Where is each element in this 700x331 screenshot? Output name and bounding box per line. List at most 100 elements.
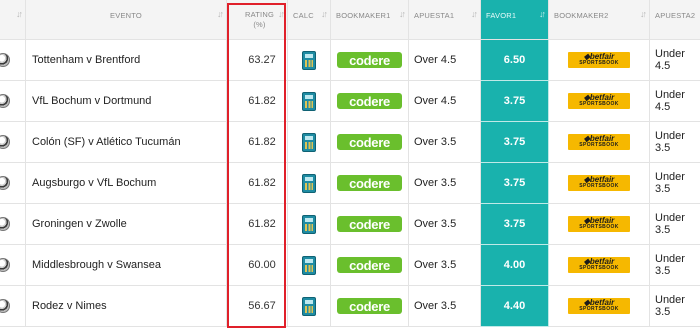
event-name[interactable]: Colón (SF) v Atlético Tucumán [26,122,227,163]
betfair-logo-line1: ◆betfair [583,175,615,184]
sort-icon[interactable]: ↓↑ [278,9,285,19]
calc-cell [288,245,331,286]
event-name[interactable]: Rodez v Nimes [26,286,227,327]
betfair-logo-line2: SPORTSBOOK [579,183,619,189]
sort-icon[interactable]: ↓↑ [321,9,328,19]
bookmaker1-cell: codere [331,81,409,122]
codere-logo[interactable]: codere [337,175,402,191]
header-apuesta1[interactable]: APUESTA1 ↓↑ [409,0,481,40]
calculator-icon[interactable] [302,132,316,152]
sort-icon[interactable]: ↓↑ [471,9,478,19]
betfair-sportsbook-logo[interactable]: ◆betfair SPORTSBOOK [568,216,630,232]
event-name[interactable]: Groningen v Zwolle [26,204,227,245]
rating-value: 61.82 [227,81,288,122]
codere-logo[interactable]: codere [337,93,402,109]
betfair-logo-line2: SPORTSBOOK [579,60,619,66]
betfair-logo-line2: SPORTSBOOK [579,224,619,230]
apuesta2-value: Under 3.5 [650,286,700,327]
betfair-logo-line2: SPORTSBOOK [579,306,619,312]
header-apuesta2[interactable]: APUESTA2 [650,0,700,40]
betfair-sportsbook-logo[interactable]: ◆betfair SPORTSBOOK [568,175,630,191]
betfair-logo-line1: ◆betfair [583,216,615,225]
apuesta1-value: Over 3.5 [409,245,481,286]
bookmaker2-cell: ◆betfair SPORTSBOOK [549,204,650,245]
soccer-ball-icon [0,135,10,149]
header-bookmaker1[interactable]: BOOKMAKER1 ↓↑ [331,0,409,40]
betfair-sportsbook-logo[interactable]: ◆betfair SPORTSBOOK [568,93,630,109]
favor1-value: 3.75 [481,204,549,245]
ball-cell [0,81,26,122]
apuesta1-value: Over 3.5 [409,286,481,327]
betfair-logo-line1: ◆betfair [583,257,615,266]
header-bookmaker2-label: BOOKMAKER2 [554,11,609,20]
sort-icon[interactable]: ↓↑ [16,9,23,19]
codere-logo[interactable]: codere [337,134,402,150]
favor1-value: 3.75 [481,81,549,122]
header-rating-label: RATING [245,10,274,19]
ball-cell [0,122,26,163]
apuesta2-value: Under 3.5 [650,204,700,245]
bookmaker2-cell: ◆betfair SPORTSBOOK [549,81,650,122]
sort-icon[interactable]: ↓↑ [399,9,406,19]
apuesta1-value: Over 4.5 [409,81,481,122]
header-favor1[interactable]: FAVOR1 ↓↑ [481,0,549,40]
betfair-logo-line1: ◆betfair [583,93,615,102]
codere-logo[interactable]: codere [337,52,402,68]
header-rating-unit: (%) [253,20,266,29]
favor1-value: 4.00 [481,245,549,286]
header-rating[interactable]: RATING (%) ↓↑ [227,0,288,40]
rating-value: 61.82 [227,163,288,204]
rating-value: 63.27 [227,40,288,81]
soccer-ball-icon [0,94,10,108]
betfair-logo-line2: SPORTSBOOK [579,101,619,107]
calculator-icon[interactable] [302,173,316,193]
soccer-ball-icon [0,299,10,313]
apuesta1-value: Over 3.5 [409,163,481,204]
ball-cell [0,204,26,245]
bookmaker1-cell: codere [331,40,409,81]
event-name[interactable]: Middlesbrough v Swansea [26,245,227,286]
apuesta1-value: Over 3.5 [409,122,481,163]
header-bookmaker1-label: BOOKMAKER1 [336,11,391,20]
betfair-sportsbook-logo[interactable]: ◆betfair SPORTSBOOK [568,134,630,150]
event-name[interactable]: Augsburgo v VfL Bochum [26,163,227,204]
event-name[interactable]: VfL Bochum v Dortmund [26,81,227,122]
betfair-sportsbook-logo[interactable]: ◆betfair SPORTSBOOK [568,298,630,314]
calculator-icon[interactable] [302,214,316,234]
favor1-value: 3.75 [481,122,549,163]
header-apuesta2-label: APUESTA2 [655,11,696,20]
calc-cell [288,40,331,81]
codere-logo[interactable]: codere [337,216,402,232]
apuesta2-value: Under 3.5 [650,122,700,163]
bookmaker2-cell: ◆betfair SPORTSBOOK [549,245,650,286]
betfair-sportsbook-logo[interactable]: ◆betfair SPORTSBOOK [568,52,630,68]
bookmaker2-cell: ◆betfair SPORTSBOOK [549,286,650,327]
rating-value: 60.00 [227,245,288,286]
favor1-value: 3.75 [481,163,549,204]
betfair-logo-line1: ◆betfair [583,134,615,143]
soccer-ball-icon [0,53,10,67]
sort-icon[interactable]: ↓↑ [217,9,224,19]
codere-logo[interactable]: codere [337,257,402,273]
calc-cell [288,81,331,122]
apuesta2-value: Under 3.5 [650,163,700,204]
header-calc[interactable]: CALC ↓↑ [288,0,331,40]
header-bookmaker2[interactable]: BOOKMAKER2 ↓↑ [549,0,650,40]
sort-icon[interactable]: ↓↑ [539,9,546,19]
ball-cell [0,286,26,327]
header-evento-label: EVENTO [110,11,142,20]
event-name[interactable]: Tottenham v Brentford [26,40,227,81]
calculator-icon[interactable] [302,296,316,316]
codere-logo[interactable]: codere [337,298,402,314]
betfair-logo-line2: SPORTSBOOK [579,142,619,148]
sort-icon[interactable]: ↓↑ [640,9,647,19]
header-evento[interactable]: EVENTO ↓↑ [26,0,227,40]
soccer-ball-icon [0,176,10,190]
calculator-icon[interactable] [302,91,316,111]
apuesta1-value: Over 4.5 [409,40,481,81]
rating-value: 56.67 [227,286,288,327]
bookmaker1-cell: codere [331,122,409,163]
calculator-icon[interactable] [302,50,316,70]
calculator-icon[interactable] [302,255,316,275]
betfair-sportsbook-logo[interactable]: ◆betfair SPORTSBOOK [568,257,630,273]
